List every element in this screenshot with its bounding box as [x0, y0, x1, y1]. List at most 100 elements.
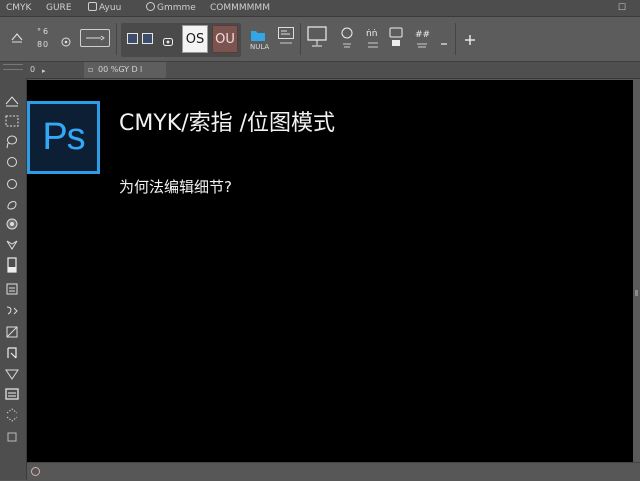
tool-preset-picker[interactable] — [10, 29, 24, 43]
document-tab-bar: 0 ▸ ▫ 00 %GY D l — [26, 62, 640, 79]
blur-tool-button[interactable] — [3, 344, 21, 361]
crop-tool-icon — [7, 179, 17, 189]
link-icon — [61, 37, 71, 47]
chevron-down-icon — [86, 35, 105, 41]
panel-options-button[interactable] — [278, 27, 294, 49]
eraser-tool-button[interactable] — [3, 302, 21, 319]
menu-item-image[interactable]: Ayuu — [88, 2, 121, 14]
lasso-tool-button[interactable] — [3, 133, 21, 150]
quick-select-tool-icon — [7, 157, 17, 167]
svg-text:8: 8 — [37, 40, 42, 49]
blur-tool-icon — [7, 347, 17, 359]
panel-icon — [278, 27, 294, 44]
shape-tool-icon — [7, 432, 17, 442]
svg-text:##: ## — [415, 30, 430, 40]
menu-item-file[interactable]: CMYK — [6, 2, 31, 14]
crop-tool-button[interactable] — [3, 175, 21, 192]
document-tab-label: 00 %GY D — [98, 65, 138, 74]
grid-icon: ## — [415, 30, 430, 48]
menu-item-image-label: Ayuu — [99, 3, 122, 13]
screen-mode-button[interactable] — [307, 26, 327, 52]
clone-stamp-tool-button[interactable] — [3, 256, 21, 273]
move-tool-icon — [5, 96, 19, 107]
svg-text:°: ° — [37, 27, 41, 36]
marquee-tool-button[interactable] — [3, 112, 21, 129]
brush-tool-icon — [6, 240, 18, 250]
menu-item-edit[interactable]: GURE — [46, 2, 72, 14]
quick-select-tool-button[interactable] — [3, 154, 21, 171]
toolbar-divider — [116, 23, 117, 55]
move-tool-button[interactable] — [3, 92, 21, 109]
gradient-tool-icon — [6, 326, 18, 338]
transform-icon — [11, 33, 23, 43]
menu-item-layer[interactable]: Gmmme — [146, 2, 196, 14]
status-indicator-icon[interactable] — [31, 467, 40, 476]
scrollbar-thumb[interactable] — [635, 290, 638, 296]
document-title: CMYK/索指 /位图模式 — [119, 111, 336, 136]
shape-tool-button[interactable] — [3, 428, 21, 445]
interpolation-dropdown[interactable] — [80, 29, 110, 47]
align-center-button[interactable] — [142, 33, 153, 44]
document-tab[interactable]: ▫ 00 %GY D — [84, 62, 166, 78]
healing-brush-tool-button[interactable] — [3, 215, 21, 232]
tab-close-icon[interactable]: ▫ — [88, 64, 93, 76]
align-left-button[interactable] — [127, 33, 138, 44]
pen-tool-button[interactable] — [3, 385, 21, 402]
window-restore-icon[interactable]: ☐ — [618, 2, 626, 14]
pen-tool-icon — [5, 388, 19, 400]
vertical-scrollbar[interactable] — [633, 80, 640, 462]
svg-text:0: 0 — [43, 40, 48, 49]
eyedropper-tool-button[interactable] — [3, 195, 21, 212]
plus-icon — [465, 35, 475, 45]
layer-menu-icon — [146, 2, 155, 11]
menu-item-layer-label: Gmmme — [157, 3, 196, 13]
ou-button[interactable]: OU — [212, 25, 238, 53]
status-bar — [27, 462, 640, 481]
clone-stamp-tool-icon — [7, 257, 17, 273]
zoom-out-button[interactable] — [440, 33, 448, 45]
reference-point-selector[interactable]: ° 6 8 0 — [36, 23, 52, 55]
toolbar-divider — [300, 23, 301, 55]
tab-marker: l — [140, 65, 143, 74]
toolbar-divider — [455, 23, 456, 55]
dodge-tool-button[interactable] — [3, 365, 21, 382]
zoom-in-button[interactable] — [464, 31, 476, 45]
type-tool-icon — [6, 408, 18, 422]
type-tool-button[interactable] — [3, 406, 21, 423]
folder-label: NULA — [250, 43, 270, 51]
arrange-button[interactable]: ṅṅ — [365, 26, 381, 52]
gradient-tool-button[interactable] — [3, 323, 21, 340]
image-menu-icon — [88, 2, 97, 11]
link-toggle[interactable] — [60, 33, 72, 47]
menu-item-select[interactable]: COMMMMMM — [210, 2, 270, 14]
minus-icon — [441, 43, 447, 45]
lock-button[interactable] — [389, 27, 403, 51]
menu-bar: CMYK GURE Ayuu Gmmme COMMMMMM ☐ — [0, 0, 640, 17]
eyedropper-tool-icon — [7, 200, 17, 210]
options-toolbar: ° 6 8 0 OS OU NULA ṅṅ ## — [0, 17, 640, 62]
zoom-indicator: 0 — [30, 65, 36, 74]
dodge-tool-icon — [5, 369, 19, 380]
rotate-button[interactable] — [162, 33, 174, 46]
svg-text:ṅṅ: ṅṅ — [366, 29, 377, 39]
monitor-icon — [307, 26, 327, 47]
arrange-icon: ṅṅ — [366, 29, 378, 48]
tools-panel — [0, 62, 27, 480]
folder-icon — [251, 31, 265, 41]
history-brush-tool-button[interactable] — [3, 280, 21, 297]
document-subtitle: 为何法编辑细节? — [119, 178, 232, 196]
panel-grip[interactable] — [3, 64, 23, 70]
document-canvas[interactable]: Ps CMYK/索指 /位图模式 为何法编辑细节? — [27, 80, 633, 462]
reference-point-icon: ° 6 8 0 — [37, 27, 48, 49]
marquee-tool-icon — [5, 115, 19, 127]
light-button[interactable] — [340, 27, 354, 51]
photoshop-logo-text: Ps — [42, 116, 85, 158]
lock-icon — [389, 27, 403, 46]
open-folder-button[interactable]: NULA — [250, 27, 270, 51]
os-button[interactable]: OS — [182, 25, 208, 53]
brush-tool-button[interactable] — [3, 235, 21, 252]
bulb-icon — [341, 27, 353, 48]
history-brush-tool-icon — [6, 283, 18, 295]
extras-button[interactable]: ## — [414, 27, 430, 51]
tab-arrow-icon[interactable]: ▸ — [42, 65, 46, 77]
